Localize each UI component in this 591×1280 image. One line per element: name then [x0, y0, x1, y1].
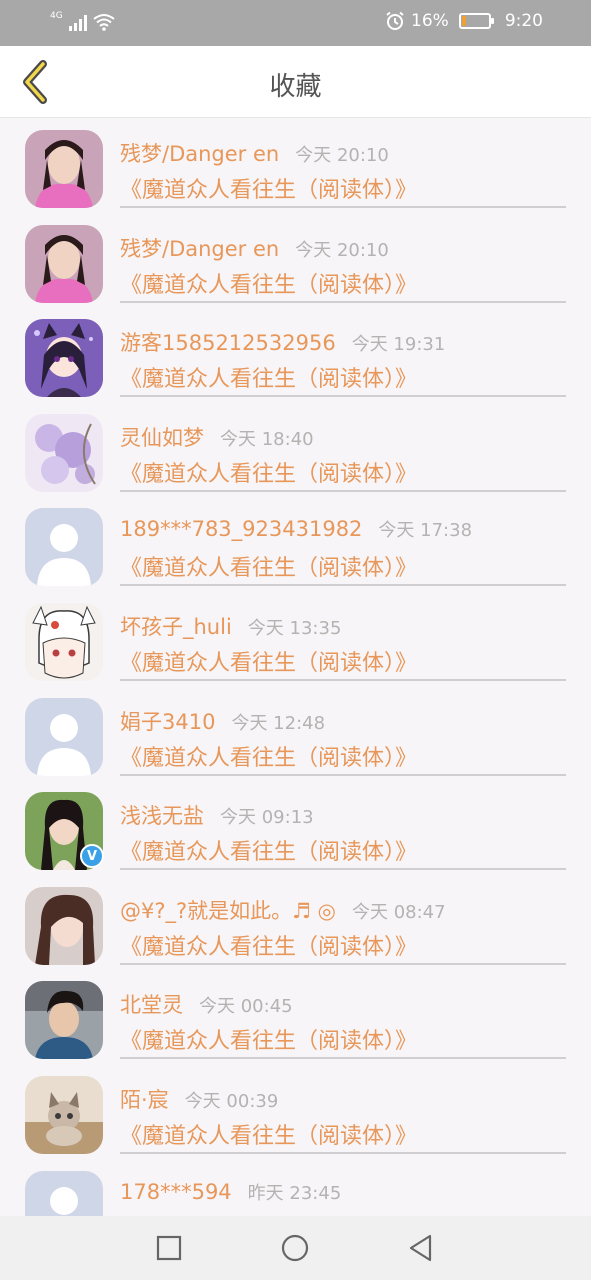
battery-percent: 16% [411, 11, 449, 31]
user-name[interactable]: @¥?_?就是如此。♬ ◎ [120, 895, 336, 925]
alarm-icon [386, 11, 404, 30]
timestamp: 今天 09:13 [220, 807, 314, 829]
user-line: 游客1585212532956 今天 19:31 [120, 327, 445, 357]
timestamp: 今天 17:38 [378, 520, 473, 542]
triangle-back-icon[interactable] [405, 1232, 437, 1264]
app-header: 收藏 [0, 46, 591, 118]
work-title-link[interactable]: 《魔道众人看往生（阅读体）》 [120, 1118, 417, 1150]
work-title-link[interactable]: 《魔道众人看往生（阅读体）》 [120, 929, 417, 961]
user-line: 坏孩子_huli 今天 13:35 [120, 611, 341, 641]
avatar[interactable] [25, 319, 103, 398]
user-line: 北堂灵 今天 00:45 [120, 989, 293, 1019]
user-name[interactable]: 北堂灵 [120, 989, 183, 1019]
favorite-list-item[interactable]: 残梦/Danger en 今天 20:10 《魔道众人看往生（阅读体）》 [0, 217, 591, 311]
user-name[interactable]: 坏孩子_huli [120, 611, 232, 641]
verified-badge-icon: V [80, 844, 104, 868]
user-name[interactable]: 浅浅无盐 [120, 800, 204, 830]
work-title-link[interactable]: 《魔道众人看往生（阅读体）》 [120, 267, 417, 299]
work-title-link[interactable]: 《魔道众人看往生（阅读体）》 [120, 740, 417, 772]
timestamp: 今天 19:31 [351, 334, 446, 356]
favorite-list-item[interactable]: 游客1585212532956 今天 19:31 《魔道众人看往生（阅读体）》 [0, 311, 591, 405]
favorite-list-item[interactable]: 灵仙如梦 今天 18:40 《魔道众人看往生（阅读体）》 [0, 406, 591, 500]
user-name[interactable]: 陌·宸 [120, 1084, 169, 1114]
divider [120, 962, 566, 965]
user-line: 灵仙如梦 今天 18:40 [120, 422, 314, 452]
work-title-link[interactable]: 《魔道众人看往生（阅读体）》 [120, 172, 417, 204]
avatar[interactable] [25, 697, 103, 776]
avatar[interactable] [25, 886, 103, 965]
avatar[interactable] [25, 1170, 103, 1216]
timestamp: 今天 00:45 [199, 996, 293, 1018]
network-type: 4G [50, 11, 63, 21]
divider [120, 773, 566, 776]
avatar[interactable] [25, 981, 103, 1060]
user-name[interactable]: 189***783_923431982 [120, 517, 362, 541]
favorite-list-item[interactable]: 娟子3410 今天 12:48 《魔道众人看往生（阅读体）》 [0, 690, 591, 784]
divider [120, 868, 566, 871]
favorite-list-item[interactable]: 178***594昨天 23:45《魔道众人看往生（阅读体）》 [0, 1163, 591, 1216]
divider [120, 395, 566, 398]
work-title-link[interactable]: 《魔道众人看往生（阅读体）》 [120, 645, 417, 677]
divider [120, 489, 566, 492]
user-line: 189***783_923431982 今天 17:38 [120, 516, 472, 542]
work-title-link[interactable]: 《魔道众人看往生（阅读体）》 [120, 1023, 417, 1055]
avatar[interactable] [25, 413, 103, 492]
user-name[interactable]: 残梦/Danger en [120, 233, 279, 263]
divider [120, 1057, 566, 1060]
timestamp: 今天 13:35 [247, 618, 342, 639]
circle-icon[interactable] [279, 1232, 311, 1264]
user-line: 浅浅无盐 今天 09:13 [120, 800, 314, 830]
timestamp: 今天 00:39 [184, 1091, 279, 1112]
divider [120, 206, 566, 208]
avatar[interactable] [25, 603, 103, 681]
timestamp: 今天 18:40 [220, 428, 314, 450]
user-line: 陌·宸 今天 00:39 [120, 1084, 278, 1114]
status-bar: 4G 16% 9:20 [0, 0, 591, 46]
status-right: 16% 9:20 [385, 11, 543, 31]
clock: 9:20 [504, 11, 543, 31]
work-title-link[interactable]: 《魔道众人看往生（阅读体）》 [120, 550, 417, 582]
user-line: 娟子3410 今天 12:48 [120, 706, 325, 736]
user-name[interactable]: 178***594 [120, 1180, 232, 1204]
avatar[interactable] [25, 508, 103, 587]
work-title-link[interactable]: 《魔道众人看往生（阅读体）》 [120, 361, 417, 393]
user-name[interactable]: 游客1585212532956 [120, 327, 336, 357]
timestamp: 今天 12:48 [231, 712, 326, 734]
avatar[interactable] [25, 1076, 103, 1154]
favorite-list-item[interactable]: 陌·宸 今天 00:39 《魔道众人看往生（阅读体）》 [0, 1068, 591, 1162]
favorite-list-item[interactable]: 残梦/Danger en 今天 20:10 《魔道众人看往生（阅读体）》 [0, 122, 591, 216]
timestamp: 今天 08:47 [351, 901, 446, 923]
user-name[interactable]: 灵仙如梦 [120, 422, 204, 452]
user-line: @¥?_?就是如此。♬ ◎ 今天 08:47 [120, 895, 446, 925]
divider [120, 300, 566, 303]
favorite-list-item[interactable]: 189***783_923431982 今天 17:38 《魔道众人看往生（阅读体）… [0, 500, 591, 594]
favorites-list[interactable]: 残梦/Danger en 今天 20:10 《魔道众人看往生（阅读体）》 残梦/Dan… [0, 118, 591, 1216]
navigation-bar [0, 1216, 591, 1280]
divider [120, 679, 566, 681]
user-line: 178***594 昨天 23:45 [120, 1179, 341, 1205]
favorite-list-item[interactable]: @¥?_?就是如此。♬ ◎ 今天 08:47 《魔道众人看往生（阅读体）》 [0, 879, 591, 973]
divider [120, 584, 566, 587]
timestamp: 今天 20:10 [295, 239, 389, 261]
work-title-link[interactable]: 《魔道众人看往生（阅读体）》 [120, 834, 417, 866]
timestamp: 今天 20:10 [295, 145, 389, 166]
page-title: 收藏 [269, 72, 322, 102]
user-line: 残梦/Danger en 今天 20:10 [120, 138, 389, 168]
avatar[interactable] [25, 224, 103, 303]
signal-bars-icon [68, 13, 87, 31]
timestamp: 昨天 23:45 [247, 1182, 342, 1204]
battery-icon [458, 13, 494, 29]
work-title-link[interactable]: 《魔道众人看往生（阅读体）》 [120, 456, 417, 488]
favorite-list-item[interactable]: 北堂灵 今天 00:45 《魔道众人看往生（阅读体）》 [0, 973, 591, 1067]
user-name[interactable]: 娟子3410 [120, 706, 215, 736]
favorite-list-item[interactable]: 坏孩子_huli 今天 13:35 《魔道众人看往生（阅读体）》 [0, 595, 591, 689]
divider [120, 1152, 566, 1154]
user-name[interactable]: 残梦/Danger en [120, 138, 279, 168]
square-icon[interactable] [153, 1232, 185, 1264]
signal-indicator: 4G [50, 12, 115, 31]
avatar[interactable] [25, 130, 103, 208]
wifi-icon [93, 14, 115, 31]
user-line: 残梦/Danger en 今天 20:10 [120, 233, 389, 263]
